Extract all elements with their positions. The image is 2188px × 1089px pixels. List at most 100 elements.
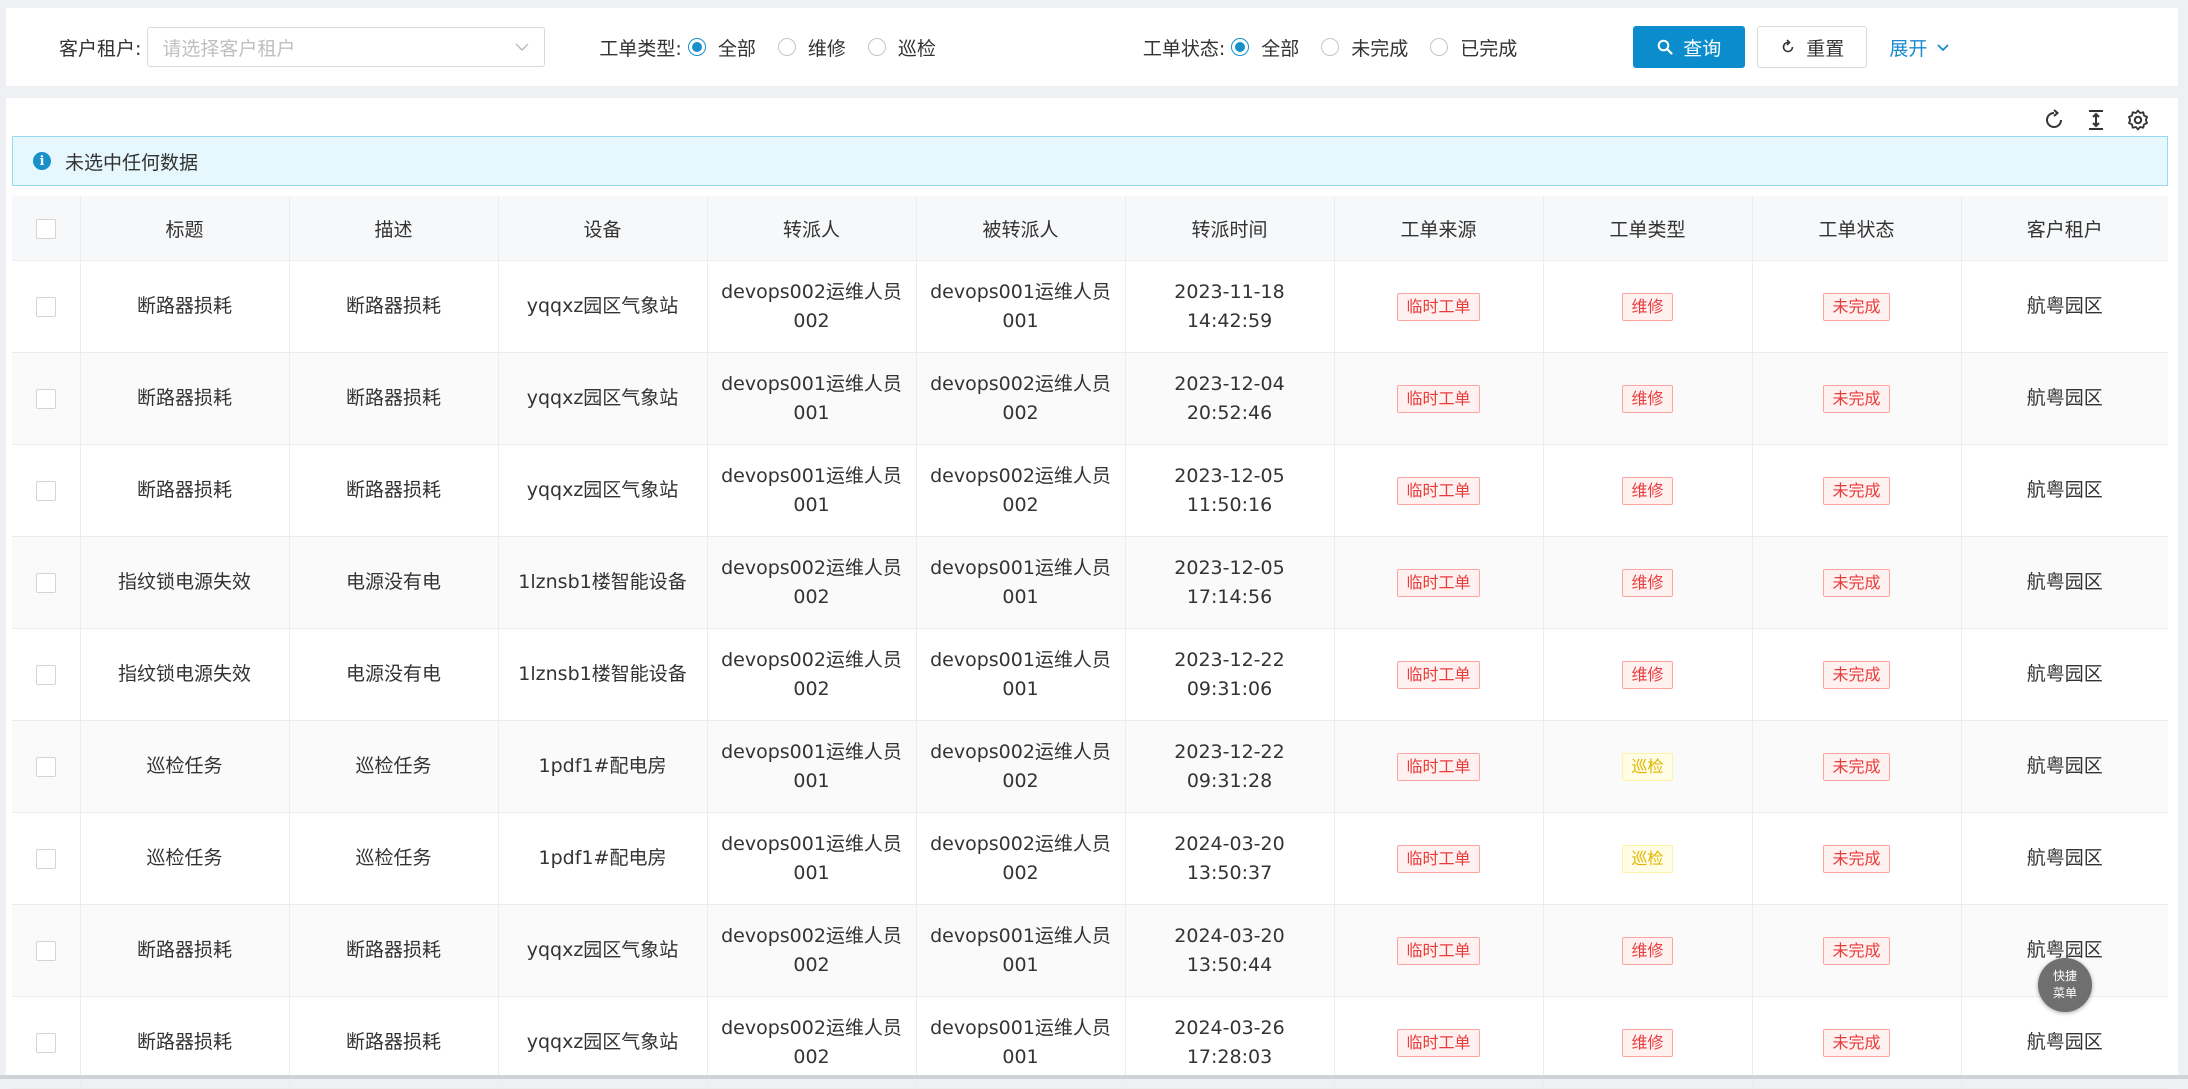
cell-device: 1lznsb1楼智能设备: [498, 536, 708, 629]
table-toolbar: [2042, 108, 2150, 132]
radio-label: 巡检: [897, 37, 936, 60]
type-radio-all[interactable]: 全部: [687, 34, 756, 61]
source-tag: 临时工单: [1397, 477, 1480, 505]
cell-source: 临时工单: [1334, 536, 1544, 629]
status-tag: 未完成: [1823, 845, 1890, 873]
cell-time: 2023-12-05 17:14:56: [1125, 536, 1335, 629]
query-button[interactable]: 查询: [1633, 26, 1746, 68]
reset-button-label: 重置: [1806, 37, 1845, 60]
tenant-select[interactable]: 请选择客户租户: [147, 27, 546, 67]
table-row[interactable]: 断路器损耗 断路器损耗 yqqxz园区气象站 devops001运维人员001 devo…: [12, 352, 2168, 445]
search-icon: [1657, 39, 1673, 55]
work-order-table: 标题 描述 设备 转派人 被转派人 转派时间 工单来源 工单类型 工单状态 客户…: [12, 196, 2168, 1089]
row-checkbox[interactable]: [35, 756, 56, 777]
radio-circle: [687, 38, 706, 56]
row-checkbox[interactable]: [35, 940, 56, 961]
radio-label: 未完成: [1351, 37, 1409, 60]
selection-alert: i 未选中任何数据: [12, 136, 2168, 186]
column-header-type[interactable]: 工单类型: [1543, 196, 1753, 261]
column-header-from[interactable]: 转派人: [707, 196, 917, 261]
row-checkbox[interactable]: [35, 388, 56, 409]
row-checkbox[interactable]: [35, 848, 56, 869]
cell-tenant: 航粤园区: [1961, 628, 2168, 721]
table-row[interactable]: 指纹锁电源失效 电源没有电 1lznsb1楼智能设备 devops002运维人员002…: [12, 536, 2168, 629]
cell-device: yqqxz园区气象站: [498, 260, 708, 353]
radio-label: 已完成: [1460, 37, 1518, 60]
table-row[interactable]: 指纹锁电源失效 电源没有电 1lznsb1楼智能设备 devops002运维人员002…: [12, 628, 2168, 721]
cell-type: 维修: [1543, 628, 1753, 721]
source-tag: 临时工单: [1397, 937, 1480, 965]
cell-assignee: devops002运维人员002: [916, 352, 1126, 445]
refresh-icon[interactable]: [2042, 108, 2066, 132]
column-header-to[interactable]: 被转派人: [916, 196, 1126, 261]
row-checkbox[interactable]: [35, 664, 56, 685]
column-header-time[interactable]: 转派时间: [1125, 196, 1335, 261]
row-checkbox[interactable]: [35, 1032, 56, 1053]
type-tag: 维修: [1622, 293, 1673, 321]
cell-time: 2024-03-20 13:50:37: [1125, 812, 1335, 905]
column-header-desc[interactable]: 描述: [289, 196, 499, 261]
row-checkbox[interactable]: [35, 572, 56, 593]
info-icon: i: [33, 152, 51, 170]
cell-assigner: devops002运维人员002: [707, 260, 917, 353]
table-row[interactable]: 断路器损耗 断路器损耗 yqqxz园区气象站 devops001运维人员001 devo…: [12, 444, 2168, 537]
cell-assigner: devops002运维人员002: [707, 904, 917, 997]
row-checkbox[interactable]: [35, 480, 56, 501]
cell-tenant: 航粤园区: [1961, 444, 2168, 537]
cell-assigner: devops001运维人员001: [707, 812, 917, 905]
chevron-down-icon: [515, 43, 529, 51]
radio-label: 维修: [807, 37, 846, 60]
table-row[interactable]: 巡检任务 巡检任务 1pdf1#配电房 devops001运维人员001 devops0…: [12, 720, 2168, 813]
cell-source: 临时工单: [1334, 904, 1544, 997]
table-row[interactable]: 巡检任务 巡检任务 1pdf1#配电房 devops001运维人员001 devops0…: [12, 812, 2168, 905]
cell-device: yqqxz园区气象站: [498, 904, 708, 997]
expand-link-label: 展开: [1889, 37, 1928, 60]
cell-assignee: devops001运维人员001: [916, 904, 1126, 997]
column-header-title[interactable]: 标题: [80, 196, 290, 261]
cell-type: 巡检: [1543, 812, 1753, 905]
reset-button[interactable]: 重置: [1757, 26, 1868, 68]
cell-source: 临时工单: [1334, 260, 1544, 353]
table-row[interactable]: 断路器损耗 断路器损耗 yqqxz园区气象站 devops002运维人员002 devo…: [12, 904, 2168, 997]
column-height-icon[interactable]: [2084, 108, 2108, 132]
radio-circle: [867, 38, 886, 56]
column-header-tenant[interactable]: 客户租户: [1961, 196, 2168, 261]
row-checkbox[interactable]: [35, 296, 56, 317]
cell-status: 未完成: [1752, 904, 1962, 997]
cell-tenant: 航粤园区: [1961, 352, 2168, 445]
cell-description: 电源没有电: [289, 628, 499, 721]
cell-device: yqqxz园区气象站: [498, 352, 708, 445]
cell-source: 临时工单: [1334, 628, 1544, 721]
cell-description: 断路器损耗: [289, 444, 499, 537]
cell-status: 未完成: [1752, 628, 1962, 721]
cell-device: 1pdf1#配电房: [498, 720, 708, 813]
type-radio-inspection[interactable]: 巡检: [867, 34, 936, 61]
cell-title: 断路器损耗: [80, 260, 290, 353]
cell-description: 电源没有电: [289, 536, 499, 629]
select-all-checkbox[interactable]: [35, 218, 56, 239]
status-radio-all[interactable]: 全部: [1231, 34, 1299, 61]
source-tag: 临时工单: [1397, 569, 1480, 597]
tenant-filter-label: 客户租户:: [59, 37, 142, 60]
status-tag: 未完成: [1823, 569, 1890, 597]
status-radio-complete[interactable]: 已完成: [1430, 34, 1517, 61]
type-radio-repair[interactable]: 维修: [777, 34, 846, 61]
cell-assigner: devops002运维人员002: [707, 536, 917, 629]
type-tag: 维修: [1622, 477, 1673, 505]
table-panel: i 未选中任何数据 标题 描述 设备 转派人 被转派人 转派时间 工单来源 工单…: [6, 98, 2178, 1089]
cell-title: 断路器损耗: [80, 444, 290, 537]
expand-link[interactable]: 展开: [1889, 34, 1951, 61]
table-row[interactable]: 断路器损耗 断路器损耗 yqqxz园区气象站 devops002运维人员002 devo…: [12, 260, 2168, 353]
settings-icon[interactable]: [2126, 108, 2150, 132]
status-radio-incomplete[interactable]: 未完成: [1321, 34, 1408, 61]
column-header-source[interactable]: 工单来源: [1334, 196, 1544, 261]
column-header-device[interactable]: 设备: [498, 196, 708, 261]
row-select-cell: [12, 904, 81, 997]
status-tag: 未完成: [1823, 385, 1890, 413]
source-tag: 临时工单: [1397, 661, 1480, 689]
cell-assigner: devops001运维人员001: [707, 720, 917, 813]
cell-time: 2023-12-05 11:50:16: [1125, 444, 1335, 537]
quick-menu-button[interactable]: 快捷 菜单: [2038, 958, 2092, 1012]
source-tag: 临时工单: [1397, 293, 1480, 321]
column-header-status[interactable]: 工单状态: [1752, 196, 1962, 261]
